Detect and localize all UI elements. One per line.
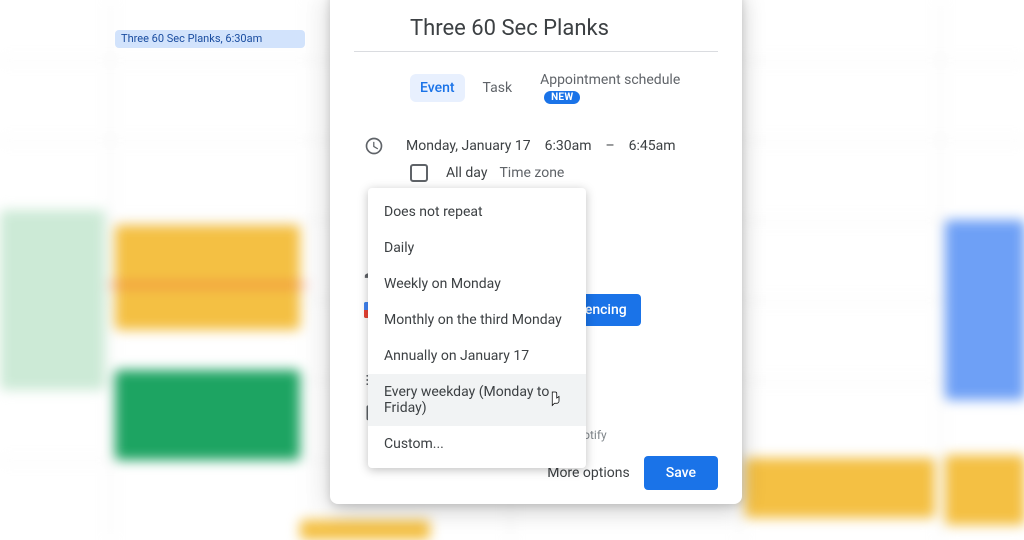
repeat-option[interactable]: Weekly on Monday	[368, 266, 586, 302]
time-dash: –	[605, 138, 614, 154]
timezone-link[interactable]: Time zone	[499, 165, 564, 181]
repeat-dropdown-menu: Does not repeatDailyWeekly on MondayMont…	[368, 188, 586, 468]
new-badge: NEW	[544, 91, 580, 104]
event-date[interactable]: Monday, January 17	[406, 138, 531, 154]
clock-icon	[354, 136, 394, 156]
repeat-option[interactable]: Does not repeat	[368, 194, 586, 230]
datetime-row[interactable]: Monday, January 17 6:30am – 6:45am	[354, 132, 718, 164]
repeat-option[interactable]: Daily	[368, 230, 586, 266]
tab-appointment[interactable]: Appointment schedule NEW	[530, 66, 718, 110]
cursor-pointer-icon	[547, 390, 565, 416]
tab-appointment-label: Appointment schedule	[540, 72, 680, 88]
event-title[interactable]: Three 60 Sec Planks	[354, 8, 718, 52]
repeat-option[interactable]: Custom...	[368, 426, 586, 462]
event-end-time[interactable]: 6:45am	[629, 138, 676, 154]
repeat-option[interactable]: Monthly on the third Monday	[368, 302, 586, 338]
event-start-time[interactable]: 6:30am	[545, 138, 592, 154]
tab-task[interactable]: Task	[473, 74, 523, 102]
tab-event[interactable]: Event	[410, 74, 465, 102]
calendar-event-pill[interactable]: Three 60 Sec Planks, 6:30am	[115, 30, 305, 48]
allday-checkbox[interactable]	[410, 164, 428, 182]
event-type-tabs: Event Task Appointment schedule NEW	[354, 66, 718, 110]
save-button[interactable]: Save	[644, 456, 718, 490]
repeat-option[interactable]: Annually on January 17	[368, 338, 586, 374]
allday-label[interactable]: All day	[446, 165, 487, 181]
